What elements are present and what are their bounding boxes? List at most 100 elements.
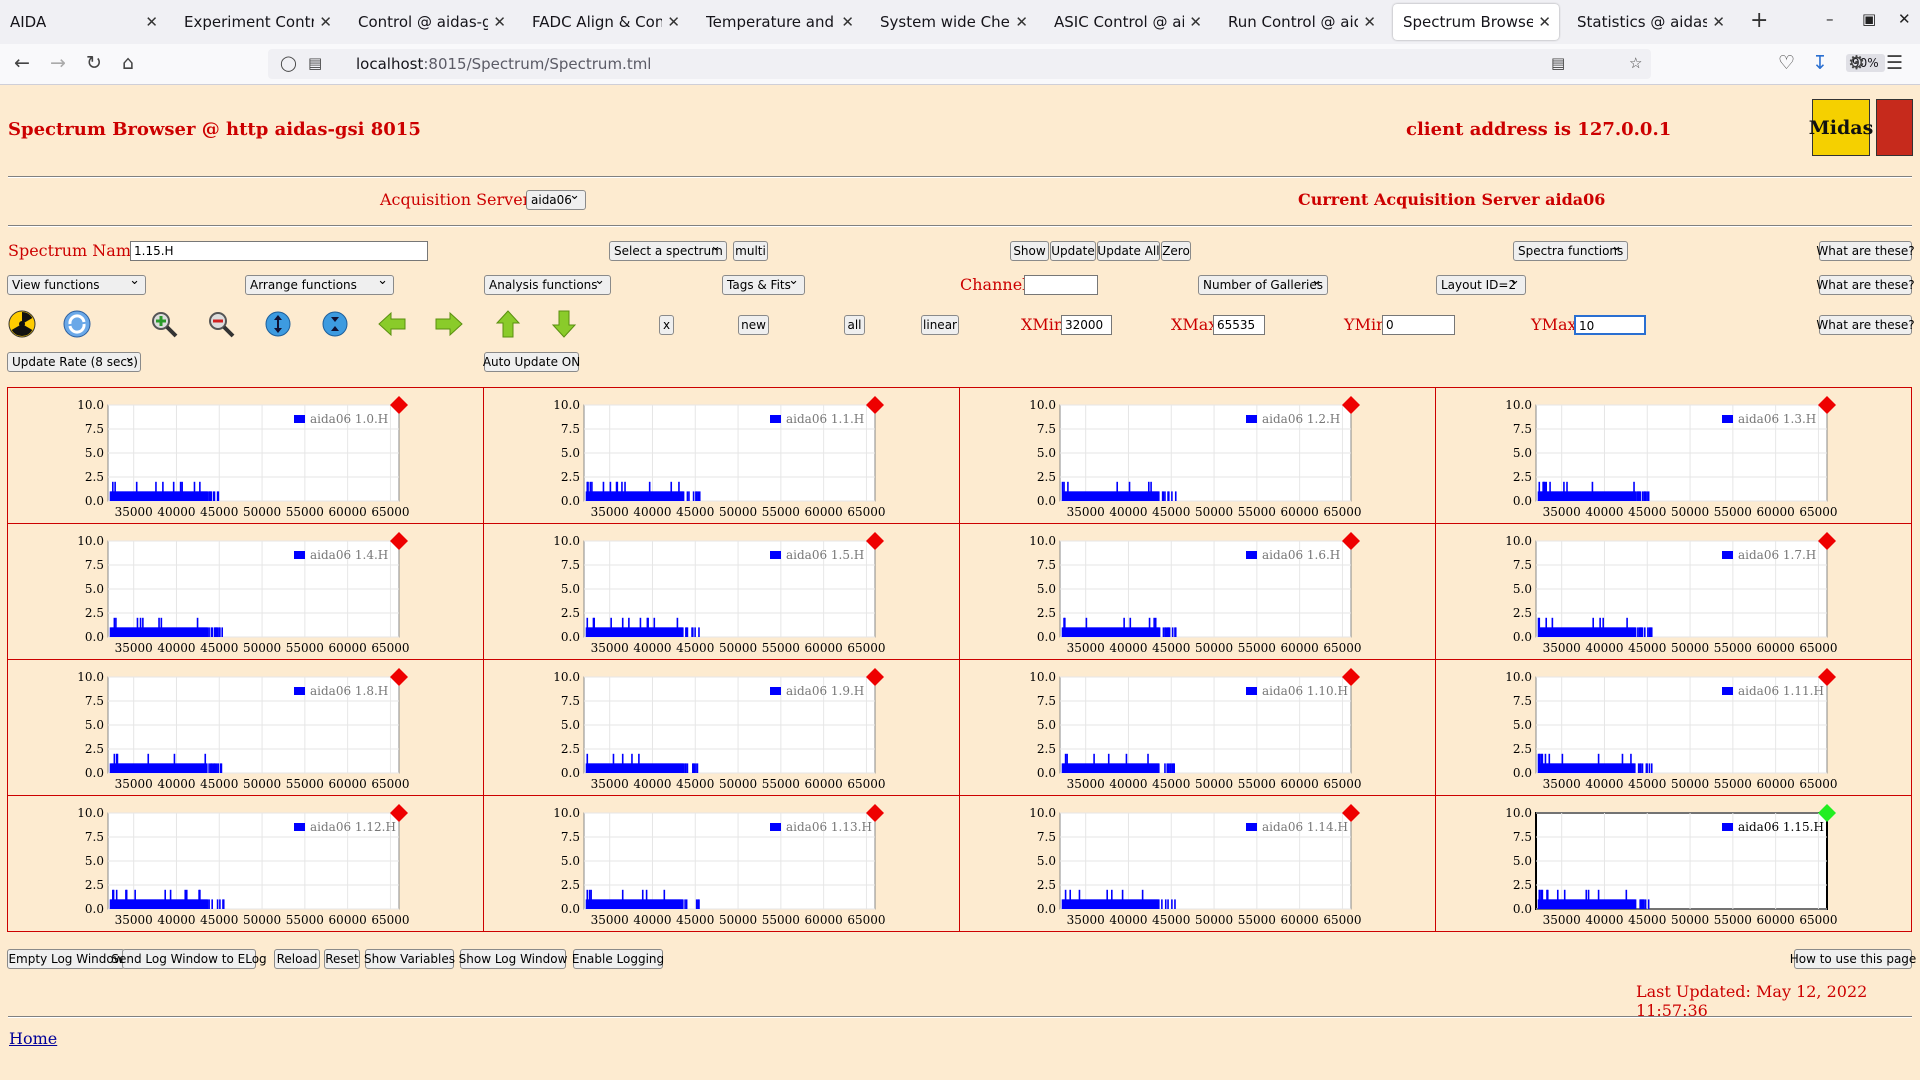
downloads-icon[interactable]: ↧ — [1812, 52, 1828, 74]
spectrum-panel[interactable]: 0.0 2.5 5.0 7.5 10.0 35000 40000 45000 50000 5500… — [1435, 659, 1912, 796]
footer-button[interactable]: Send Log Window to ELog — [111, 949, 267, 969]
close-tab-icon[interactable]: ✕ — [145, 13, 158, 31]
what-are-these-button[interactable]: What are these? — [1816, 275, 1915, 295]
footer-button[interactable]: Reset — [324, 949, 360, 969]
extensions-icon[interactable]: ⚙ — [1848, 52, 1865, 74]
spectrum-panel[interactable]: 0.0 2.5 5.0 7.5 10.0 35000 40000 45000 50000 5500… — [959, 387, 1436, 524]
x-button[interactable]: x — [659, 315, 674, 335]
page-icon[interactable]: ▤ — [308, 54, 322, 72]
spectrum-chart[interactable]: 0.0 2.5 5.0 7.5 10.0 35000 40000 45000 50000 5500… — [484, 660, 960, 796]
zero-button[interactable]: Zero — [1161, 241, 1191, 261]
spectrum-chart[interactable]: 0.0 2.5 5.0 7.5 10.0 35000 40000 45000 50000 5500… — [1436, 660, 1912, 796]
linear-button[interactable]: linear — [921, 315, 959, 335]
arrange-functions-dropdown[interactable]: Arrange functions — [245, 273, 394, 295]
spectrum-chart[interactable]: 0.0 2.5 5.0 7.5 10.0 35000 40000 45000 50000 5500… — [484, 388, 960, 524]
spectrum-name-input[interactable]: 1.15.H — [130, 241, 428, 261]
radiation-icon[interactable] — [7, 309, 37, 339]
footer-button[interactable]: Show Log Window — [459, 949, 567, 969]
view-functions-dropdown[interactable]: View functions — [7, 273, 146, 295]
close-tab-icon[interactable]: ✕ — [1363, 13, 1376, 31]
what-are-these-button[interactable]: What are these? — [1816, 241, 1915, 261]
spectrum-panel[interactable]: 0.0 2.5 5.0 7.5 10.0 35000 40000 45000 50000 5500… — [959, 795, 1436, 932]
spectrum-panel[interactable]: 0.0 2.5 5.0 7.5 10.0 35000 40000 45000 50000 5500… — [7, 523, 484, 660]
layout-dropdown[interactable]: Layout ID=2 — [1436, 273, 1526, 295]
spectrum-chart[interactable]: 0.0 2.5 5.0 7.5 10.0 35000 40000 45000 50000 5500… — [8, 660, 484, 796]
browser-tab[interactable]: Control @ aidas-gsi ✕ — [348, 4, 514, 40]
tags-fits-dropdown[interactable]: Tags & Fits — [722, 273, 805, 295]
close-tab-icon[interactable]: ✕ — [1189, 13, 1202, 31]
number-of-galleries-dropdown[interactable]: Number of Galleries — [1198, 273, 1328, 295]
minimize-icon[interactable]: – — [1826, 10, 1834, 28]
spectrum-chart[interactable]: 0.0 2.5 5.0 7.5 10.0 35000 40000 45000 50000 5500… — [1436, 388, 1912, 524]
xmin-input[interactable]: 32000 — [1061, 315, 1112, 335]
back-icon[interactable]: ← — [14, 52, 30, 74]
auto-update-button[interactable]: Auto Update ON — [483, 352, 580, 372]
arrow-right-icon[interactable] — [434, 309, 464, 339]
spectrum-chart[interactable]: 0.0 2.5 5.0 7.5 10.0 35000 40000 45000 50000 5500… — [8, 796, 484, 932]
browser-tab[interactable]: ASIC Control @ aidas ✕ — [1044, 4, 1210, 40]
spectrum-panel[interactable]: 0.0 2.5 5.0 7.5 10.0 35000 40000 45000 50000 5500… — [483, 659, 960, 796]
multi-button[interactable]: multi — [733, 241, 768, 261]
footer-button[interactable]: Empty Log Window — [7, 949, 125, 969]
arrow-up-icon[interactable] — [493, 309, 523, 339]
ymax-input[interactable]: 10 — [1574, 315, 1646, 335]
acquisition-server-select[interactable]: aida06 — [526, 188, 586, 210]
spectrum-panel[interactable]: 0.0 2.5 5.0 7.5 10.0 35000 40000 45000 50000 5500… — [7, 659, 484, 796]
close-tab-icon[interactable]: ✕ — [667, 13, 680, 31]
zoom-in-icon[interactable] — [149, 309, 179, 339]
update-button[interactable]: Update — [1050, 241, 1096, 261]
spectrum-panel[interactable]: 0.0 2.5 5.0 7.5 10.0 35000 40000 45000 50000 5500… — [483, 387, 960, 524]
arrow-down-icon[interactable] — [549, 309, 579, 339]
close-tab-icon[interactable]: ✕ — [1538, 13, 1551, 31]
spectrum-panel[interactable]: 0.0 2.5 5.0 7.5 10.0 35000 40000 45000 50000 5500… — [1435, 795, 1912, 932]
maximize-icon[interactable]: ▣ — [1862, 10, 1876, 28]
channel-input[interactable] — [1024, 275, 1098, 295]
how-to-use-button[interactable]: How to use this page — [1790, 949, 1916, 969]
browser-tab[interactable]: Spectrum Browser @ ✕ — [1393, 4, 1559, 40]
spectrum-chart[interactable]: 0.0 2.5 5.0 7.5 10.0 35000 40000 45000 50000 5500… — [8, 524, 484, 660]
close-tab-icon[interactable]: ✕ — [319, 13, 332, 31]
footer-button[interactable]: Enable Logging — [572, 949, 664, 969]
spectrum-panel[interactable]: 0.0 2.5 5.0 7.5 10.0 35000 40000 45000 50000 5500… — [483, 523, 960, 660]
shield-icon[interactable]: ◯ — [280, 54, 297, 72]
update-rate-dropdown[interactable]: Update Rate (8 secs) — [7, 350, 141, 372]
browser-tab[interactable]: Temperature and stat ✕ — [696, 4, 862, 40]
close-tab-icon[interactable]: ✕ — [1015, 13, 1028, 31]
spectrum-chart[interactable]: 0.0 2.5 5.0 7.5 10.0 35000 40000 45000 50000 5500… — [960, 388, 1436, 524]
url-text[interactable]: localhost:8015/Spectrum/Spectrum.tml — [356, 55, 651, 73]
spectrum-chart[interactable]: 0.0 2.5 5.0 7.5 10.0 35000 40000 45000 50000 5500… — [1436, 524, 1912, 660]
spectrum-panel[interactable]: 0.0 2.5 5.0 7.5 10.0 35000 40000 45000 50000 5500… — [959, 659, 1436, 796]
show-button[interactable]: Show — [1010, 241, 1049, 261]
spectrum-chart[interactable]: 0.0 2.5 5.0 7.5 10.0 35000 40000 45000 50000 5500… — [8, 388, 484, 524]
what-are-these-button[interactable]: What are these? — [1816, 315, 1915, 335]
arrow-left-icon[interactable] — [377, 309, 407, 339]
close-tab-icon[interactable]: ✕ — [493, 13, 506, 31]
close-tab-icon[interactable]: ✕ — [841, 13, 854, 31]
reload-icon[interactable]: ↻ — [86, 52, 102, 74]
bookmark-star-icon[interactable]: ☆ — [1629, 54, 1642, 72]
spectrum-panel[interactable]: 0.0 2.5 5.0 7.5 10.0 35000 40000 45000 50000 5500… — [1435, 523, 1912, 660]
browser-tab[interactable]: Experiment Control @ ✕ — [174, 4, 340, 40]
new-tab-icon[interactable]: + — [1750, 8, 1768, 33]
spectrum-chart[interactable]: 0.0 2.5 5.0 7.5 10.0 35000 40000 45000 50000 5500… — [1436, 796, 1912, 932]
select-spectrum-dropdown[interactable]: Select a spectrum — [609, 239, 727, 261]
expand-vertical-icon[interactable] — [263, 309, 293, 339]
browser-tab[interactable]: FADC Align & Control ✕ — [522, 4, 688, 40]
analysis-functions-dropdown[interactable]: Analysis functions — [484, 273, 611, 295]
footer-button[interactable]: Reload — [274, 949, 320, 969]
spectrum-chart[interactable]: 0.0 2.5 5.0 7.5 10.0 35000 40000 45000 50000 5500… — [960, 524, 1436, 660]
spectra-functions-dropdown[interactable]: Spectra functions — [1513, 239, 1628, 261]
spectrum-panel[interactable]: 0.0 2.5 5.0 7.5 10.0 35000 40000 45000 50000 5500… — [7, 387, 484, 524]
reader-view-icon[interactable]: ▤ — [1551, 54, 1565, 72]
footer-button[interactable]: Show Variables — [364, 949, 455, 969]
close-window-icon[interactable]: ✕ — [1898, 10, 1911, 28]
spectrum-panel[interactable]: 0.0 2.5 5.0 7.5 10.0 35000 40000 45000 50000 5500… — [1435, 387, 1912, 524]
spectrum-chart[interactable]: 0.0 2.5 5.0 7.5 10.0 35000 40000 45000 50000 5500… — [960, 660, 1436, 796]
browser-tab[interactable]: AIDA ✕ — [0, 4, 166, 40]
spectrum-panel[interactable]: 0.0 2.5 5.0 7.5 10.0 35000 40000 45000 50000 5500… — [7, 795, 484, 932]
zoom-out-icon[interactable] — [206, 309, 236, 339]
spectrum-chart[interactable]: 0.0 2.5 5.0 7.5 10.0 35000 40000 45000 50000 5500… — [484, 796, 960, 932]
spectrum-panel[interactable]: 0.0 2.5 5.0 7.5 10.0 35000 40000 45000 50000 5500… — [959, 523, 1436, 660]
home-icon[interactable]: ⌂ — [122, 52, 134, 74]
home-link[interactable]: Home — [9, 1029, 57, 1048]
